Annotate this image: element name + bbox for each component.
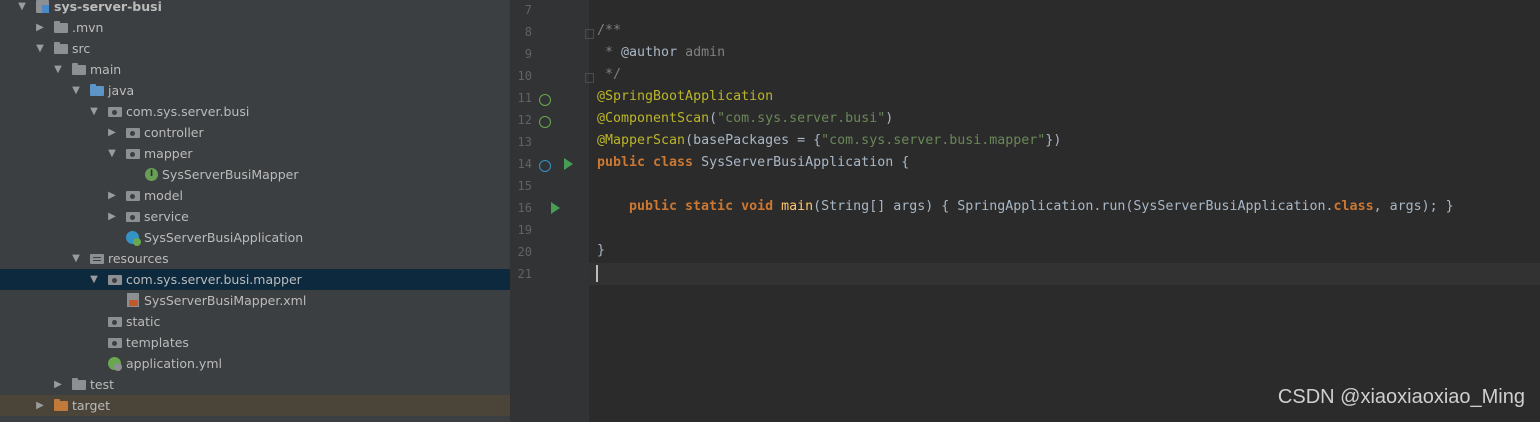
- folder-icon: [108, 315, 122, 328]
- line-number: 7: [524, 3, 532, 17]
- editor-gutter: 7 8 9 10 11 12 13 14 15 16 19 20 21: [511, 0, 594, 422]
- line-number: 11: [517, 91, 532, 105]
- tree-item-package-busi[interactable]: ▼ com.sys.server.busi: [0, 101, 510, 122]
- chevron-down-icon[interactable]: ▼: [70, 248, 82, 269]
- folder-icon: [108, 336, 122, 349]
- tree-item-application-class[interactable]: SysServerBusiApplication: [0, 227, 510, 248]
- tree-item-model[interactable]: ▶ model: [0, 185, 510, 206]
- run-icon[interactable]: [564, 158, 573, 170]
- code-line-12[interactable]: @ComponentScan("com.sys.server.busi"): [597, 111, 893, 126]
- line-number: 20: [517, 245, 532, 259]
- folder-icon: [72, 63, 86, 76]
- tree-item-main[interactable]: ▼ main: [0, 59, 510, 80]
- code-line-13[interactable]: @MapperScan(basePackages = {"com.sys.ser…: [597, 133, 1061, 148]
- code-editor[interactable]: 7 8 9 10 11 12 13 14 15 16 19 20 21 /** …: [511, 0, 1540, 422]
- excluded-folder-icon: [54, 399, 68, 412]
- fold-marker-icon[interactable]: [585, 29, 594, 39]
- package-icon: [126, 126, 140, 139]
- project-icon: [36, 0, 50, 13]
- run-icon[interactable]: [551, 202, 560, 214]
- tree-item-mapper-interface[interactable]: I SysServerBusiMapper: [0, 164, 510, 185]
- chevron-right-icon[interactable]: ▶: [34, 395, 46, 416]
- tree-item-src[interactable]: ▼ src: [0, 38, 510, 59]
- line-number: 10: [517, 69, 532, 83]
- folder-icon: [54, 42, 68, 55]
- tree-item-resources-mapper-selected[interactable]: ▼ com.sys.server.busi.mapper: [0, 269, 510, 290]
- tree-item-java[interactable]: ▼ java: [0, 80, 510, 101]
- tree-item-resources[interactable]: ▼ resources: [0, 248, 510, 269]
- chevron-right-icon[interactable]: ▶: [106, 185, 118, 206]
- chevron-right-icon[interactable]: ▶: [106, 122, 118, 143]
- package-icon: [126, 210, 140, 223]
- fold-marker-icon[interactable]: [585, 73, 594, 83]
- chevron-right-icon[interactable]: ▶: [52, 374, 64, 395]
- project-tree-panel: ▼ sys-server-busi ▶ .mvn ▼ src ▼ main ▼ …: [0, 0, 510, 422]
- tree-item-mapper[interactable]: ▼ mapper: [0, 143, 510, 164]
- line-number: 16: [517, 201, 532, 215]
- chevron-down-icon[interactable]: ▼: [106, 143, 118, 164]
- chevron-right-icon[interactable]: ▶: [106, 206, 118, 227]
- line-number: 14: [517, 157, 532, 171]
- xml-file-icon: [127, 293, 139, 307]
- chevron-down-icon[interactable]: ▼: [88, 101, 100, 122]
- tree-item-static[interactable]: static: [0, 311, 510, 332]
- code-line-20[interactable]: }: [597, 243, 605, 258]
- tree-item-controller[interactable]: ▶ controller: [0, 122, 510, 143]
- tree-item-project-root[interactable]: ▼ sys-server-busi: [0, 0, 510, 17]
- tree-item-templates[interactable]: templates: [0, 332, 510, 353]
- chevron-right-icon[interactable]: ▶: [34, 17, 46, 38]
- package-icon: [108, 273, 122, 286]
- line-number: 8: [524, 25, 532, 39]
- code-line-10[interactable]: */: [597, 67, 621, 82]
- tree-item-target[interactable]: ▶ target: [0, 395, 510, 416]
- line-number: 19: [517, 223, 532, 237]
- code-line-8[interactable]: /**: [597, 23, 621, 38]
- line-number: 9: [524, 47, 532, 61]
- source-folder-icon: [90, 84, 104, 97]
- folder-icon: [72, 378, 86, 391]
- tree-item-application-yml[interactable]: application.yml: [0, 353, 510, 374]
- package-icon: [108, 105, 122, 118]
- code-line-9[interactable]: * @author admin: [597, 45, 725, 60]
- tree-item-service[interactable]: ▶ service: [0, 206, 510, 227]
- folder-icon: [54, 21, 68, 34]
- tree-item-test[interactable]: ▶ test: [0, 374, 510, 395]
- chevron-down-icon[interactable]: ▼: [16, 0, 28, 17]
- chevron-down-icon[interactable]: ▼: [88, 269, 100, 290]
- current-line-highlight: [589, 263, 1540, 285]
- code-line-14[interactable]: public class SysServerBusiApplication {: [597, 155, 909, 170]
- chevron-down-icon[interactable]: ▼: [34, 38, 46, 59]
- chevron-down-icon[interactable]: ▼: [52, 59, 64, 80]
- interface-icon: I: [145, 168, 158, 181]
- yml-file-icon: [108, 357, 122, 371]
- spring-bean-gutter-icon[interactable]: [539, 116, 551, 128]
- package-icon: [126, 147, 140, 160]
- line-number: 15: [517, 179, 532, 193]
- spring-bean-gutter-icon[interactable]: [539, 160, 551, 172]
- line-number: 21: [517, 267, 532, 281]
- code-line-11[interactable]: @SpringBootApplication: [597, 89, 773, 104]
- line-number: 12: [517, 113, 532, 127]
- tree-item-mvn[interactable]: ▶ .mvn: [0, 17, 510, 38]
- chevron-down-icon[interactable]: ▼: [70, 80, 82, 101]
- code-line-16[interactable]: public static void main(String[] args) {…: [629, 199, 1454, 214]
- resources-folder-icon: [90, 252, 104, 265]
- spring-boot-class-icon: [126, 231, 141, 246]
- line-number: 13: [517, 135, 532, 149]
- tree-item-mapper-xml[interactable]: SysServerBusiMapper.xml: [0, 290, 510, 311]
- package-icon: [126, 189, 140, 202]
- watermark: CSDN @xiaoxiaoxiao_Ming: [1277, 386, 1525, 408]
- text-caret: [596, 265, 598, 282]
- spring-bean-gutter-icon[interactable]: [539, 94, 551, 106]
